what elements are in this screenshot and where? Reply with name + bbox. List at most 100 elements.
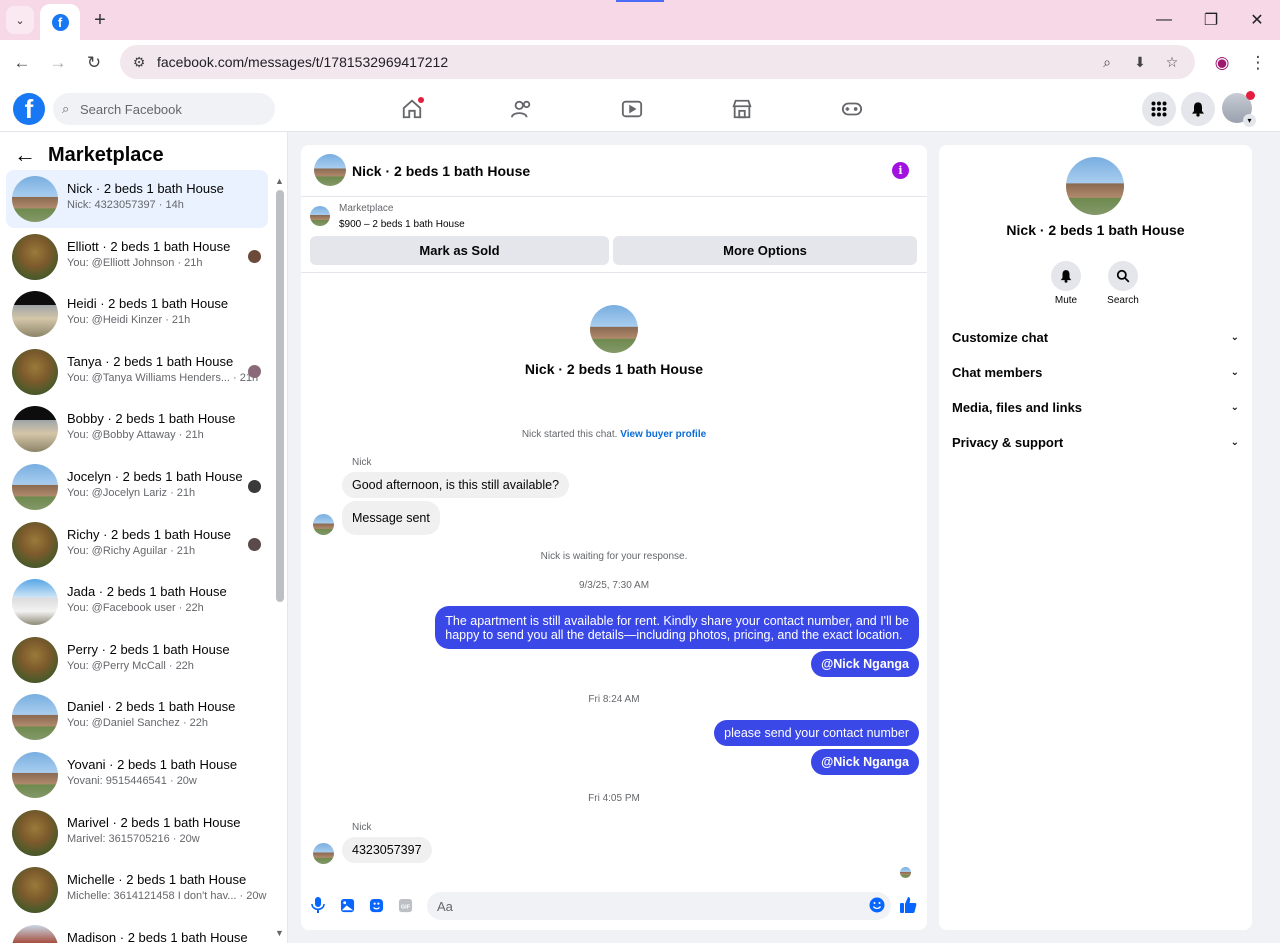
forward-button[interactable]: → xyxy=(44,49,72,77)
chevron-down-icon: ⌄ xyxy=(1230,401,1239,413)
sender-avatar xyxy=(313,514,334,535)
search-input[interactable] xyxy=(80,93,270,125)
new-tab-button[interactable]: + xyxy=(88,8,112,32)
mention-tag[interactable]: @Nick Nganga xyxy=(811,749,919,775)
conversation-item[interactable]: Jada · 2 beds 1 bath House You: @Faceboo… xyxy=(6,573,268,631)
site-info-icon[interactable]: ⚙ xyxy=(127,50,151,74)
conversation-name: Marivel · 2 beds 1 bath House xyxy=(67,814,241,830)
search-icon[interactable] xyxy=(1108,261,1138,291)
chat-title[interactable]: Nick · 2 beds 1 bath House xyxy=(352,163,530,179)
close-window-button[interactable]: ✕ xyxy=(1243,6,1271,34)
conversation-name: Tanya · 2 beds 1 bath House xyxy=(67,353,234,369)
url-text: facebook.com/messages/t/1781532969417212 xyxy=(157,54,449,70)
media-files-links-section[interactable]: Media, files and links ⌄ xyxy=(952,397,1239,417)
marketplace-icon[interactable] xyxy=(727,94,757,124)
scroll-up-arrow[interactable]: ▲ xyxy=(275,176,284,186)
reload-button[interactable]: ↻ xyxy=(80,49,108,77)
tab-drag-indicator xyxy=(616,0,664,2)
back-arrow-icon[interactable]: ← xyxy=(14,142,36,168)
conversation-item[interactable]: Heidi · 2 beds 1 bath House You: @Heidi … xyxy=(6,285,268,343)
facebook-search[interactable]: ⌕ xyxy=(53,93,275,125)
chat-avatar[interactable] xyxy=(314,154,346,186)
sticker-icon[interactable] xyxy=(367,896,385,914)
scroll-down-arrow[interactable]: ▼ xyxy=(275,928,284,938)
listing-thumbnail xyxy=(12,867,58,914)
sidebar-title: Marketplace xyxy=(48,143,164,166)
facebook-logo-icon[interactable]: f xyxy=(13,93,45,125)
outgoing-message[interactable]: The apartment is still available for ren… xyxy=(435,606,919,649)
conversation-item[interactable]: Yovani · 2 beds 1 bath House Yovani: 951… xyxy=(6,746,268,804)
chat-members-section[interactable]: Chat members ⌄ xyxy=(952,362,1239,382)
message-line: happy to send you all the details—includ… xyxy=(445,627,903,642)
microphone-icon[interactable] xyxy=(309,896,327,914)
video-icon[interactable] xyxy=(617,94,647,124)
friends-icon[interactable] xyxy=(507,94,537,124)
back-button[interactable]: ← xyxy=(8,49,36,77)
conversation-name: Nick · 2 beds 1 bath House xyxy=(67,181,224,196)
conversation-item[interactable]: Daniel · 2 beds 1 bath House You: @Danie… xyxy=(6,688,268,746)
sidebar-header: ← Marketplace xyxy=(14,142,164,168)
section-label: Customize chat xyxy=(952,329,1049,345)
incoming-message[interactable]: Message sent xyxy=(342,501,440,535)
outgoing-message[interactable]: please send your contact number xyxy=(714,720,919,746)
listing-thumbnail xyxy=(12,233,58,280)
listing-price[interactable]: $900 – 2 beds 1 bath House xyxy=(339,219,465,230)
conversation-preview: Yovani: 9515446541 · 20w xyxy=(67,774,197,787)
customize-chat-section[interactable]: Customize chat ⌄ xyxy=(952,327,1239,347)
mark-as-sold-button[interactable]: Mark as Sold xyxy=(310,236,609,265)
gif-icon[interactable]: GIF xyxy=(396,896,414,914)
conversation-item[interactable]: Nick · 2 beds 1 bath House Nick: 4323057… xyxy=(6,170,268,228)
seen-avatar xyxy=(248,537,261,551)
conversation-item[interactable]: Perry · 2 beds 1 bath House You: @Perry … xyxy=(6,631,268,689)
conversation-name: Daniel · 2 beds 1 bath House xyxy=(67,699,236,715)
install-app-icon[interactable]: ⬇ xyxy=(1128,50,1152,74)
minimize-button[interactable]: — xyxy=(1150,6,1178,34)
conversation-item[interactable]: Tanya · 2 beds 1 bath House You: @Tanya … xyxy=(6,343,268,401)
gaming-icon[interactable] xyxy=(837,94,867,124)
restore-button[interactable]: ❐ xyxy=(1197,6,1225,34)
address-bar[interactable]: ⚙ facebook.com/messages/t/17815329694172… xyxy=(120,45,1195,79)
timestamp: Fri 4:05 PM xyxy=(588,793,640,804)
browser-menu-icon[interactable]: ⋮ xyxy=(1244,49,1272,77)
conversation-name: Heidi · 2 beds 1 bath House xyxy=(67,296,229,312)
bell-icon[interactable] xyxy=(1051,261,1081,291)
conversation-item[interactable]: Jocelyn · 2 beds 1 bath House You: @Joce… xyxy=(6,458,268,516)
tab-search-dropdown[interactable]: ⌄ xyxy=(6,6,34,34)
notifications-bell-icon[interactable] xyxy=(1181,92,1215,126)
details-avatar xyxy=(1066,157,1124,215)
info-icon[interactable]: i xyxy=(892,162,909,179)
home-icon[interactable] xyxy=(397,94,427,124)
mention-tag[interactable]: @Nick Nganga xyxy=(811,651,919,677)
incoming-message[interactable]: 4323057397 xyxy=(342,837,432,863)
mute-action[interactable]: Mute xyxy=(1036,261,1096,306)
conversation-item[interactable]: Marivel · 2 beds 1 bath House Marivel: 3… xyxy=(6,804,268,862)
more-options-button[interactable]: More Options xyxy=(613,236,917,265)
listing-thumbnail xyxy=(12,751,58,798)
conversation-item[interactable]: Madison · 2 beds 1 bath House xyxy=(6,919,268,943)
conversation-preview: You: @Facebook user · 22h xyxy=(67,602,204,615)
photo-icon[interactable] xyxy=(338,896,356,914)
zoom-icon[interactable]: ⌕ xyxy=(1095,50,1119,74)
sidebar-scrollbar[interactable] xyxy=(276,190,284,602)
account-avatar[interactable]: ▾ xyxy=(1222,91,1256,127)
view-buyer-profile-link[interactable]: View buyer profile xyxy=(620,429,706,440)
conversation-preview: You: @Bobby Attaway · 21h xyxy=(67,429,204,442)
conversation-item[interactable]: Bobby · 2 beds 1 bath House You: @Bobby … xyxy=(6,400,268,458)
browser-tab-facebook[interactable]: f xyxy=(40,4,80,40)
profile-icon[interactable]: ◉ xyxy=(1208,49,1236,77)
search-action[interactable]: Search xyxy=(1093,261,1153,306)
conversation-item[interactable]: Richy · 2 beds 1 bath House You: @Richy … xyxy=(6,516,268,574)
privacy-support-section[interactable]: Privacy & support ⌄ xyxy=(952,432,1239,452)
conversation-item[interactable]: Michelle · 2 beds 1 bath House Michelle:… xyxy=(6,861,268,919)
chat-header: Nick · 2 beds 1 bath House i xyxy=(301,145,927,197)
conversation-preview: You: @Perry McCall · 22h xyxy=(67,659,194,672)
contact-name: Nick · 2 beds 1 bath House xyxy=(524,361,704,377)
conversation-item[interactable]: Elliott · 2 beds 1 bath House You: @Elli… xyxy=(6,228,268,286)
like-thumb-icon[interactable] xyxy=(899,896,917,914)
menu-grid-icon[interactable] xyxy=(1142,92,1176,126)
message-input[interactable] xyxy=(427,892,891,920)
bookmark-star-icon[interactable]: ☆ xyxy=(1160,50,1184,74)
incoming-message[interactable]: Good afternoon, is this still available? xyxy=(342,472,570,498)
mute-label: Mute xyxy=(1054,295,1078,306)
emoji-icon[interactable] xyxy=(868,896,886,914)
